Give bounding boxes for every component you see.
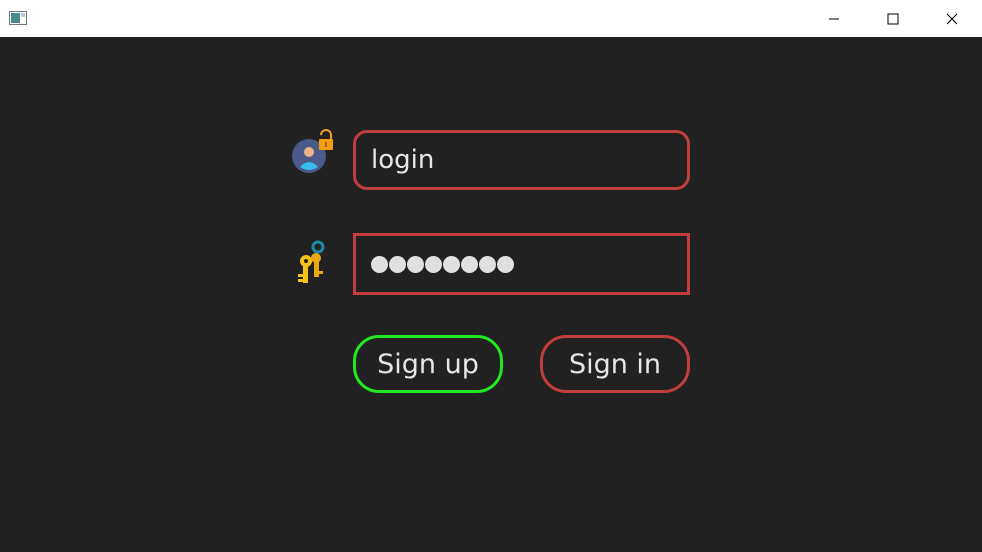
title-bar bbox=[0, 0, 982, 37]
key-icon bbox=[298, 240, 325, 283]
login-form: login Sign up Sign in bbox=[0, 37, 982, 552]
minimize-button[interactable] bbox=[805, 0, 863, 37]
app-icon bbox=[9, 11, 27, 25]
password-mask-dot bbox=[497, 255, 514, 273]
sign-up-label: Sign up bbox=[377, 348, 479, 380]
password-mask-dot bbox=[425, 255, 442, 273]
maximize-button[interactable] bbox=[864, 0, 922, 37]
password-mask-dot bbox=[407, 255, 424, 273]
password-input[interactable] bbox=[353, 233, 690, 295]
password-mask-dot bbox=[479, 255, 496, 273]
sign-up-button[interactable]: Sign up bbox=[353, 335, 503, 393]
password-mask-dot bbox=[371, 255, 388, 273]
password-mask-dot bbox=[461, 255, 478, 273]
login-input[interactable]: login bbox=[353, 130, 690, 190]
sign-in-button[interactable]: Sign in bbox=[540, 335, 690, 393]
sign-in-label: Sign in bbox=[568, 348, 662, 380]
user-lock-icon bbox=[292, 129, 333, 173]
maximize-icon bbox=[887, 13, 899, 24]
password-mask-dot bbox=[389, 255, 406, 273]
app-window: login Sign up Sign in bbox=[0, 0, 982, 552]
close-button[interactable] bbox=[923, 0, 981, 37]
password-mask-dot bbox=[443, 255, 460, 273]
password-mask bbox=[371, 255, 514, 273]
minimize-icon bbox=[829, 18, 839, 19]
login-input-value: login bbox=[371, 145, 435, 175]
close-icon bbox=[946, 13, 958, 24]
